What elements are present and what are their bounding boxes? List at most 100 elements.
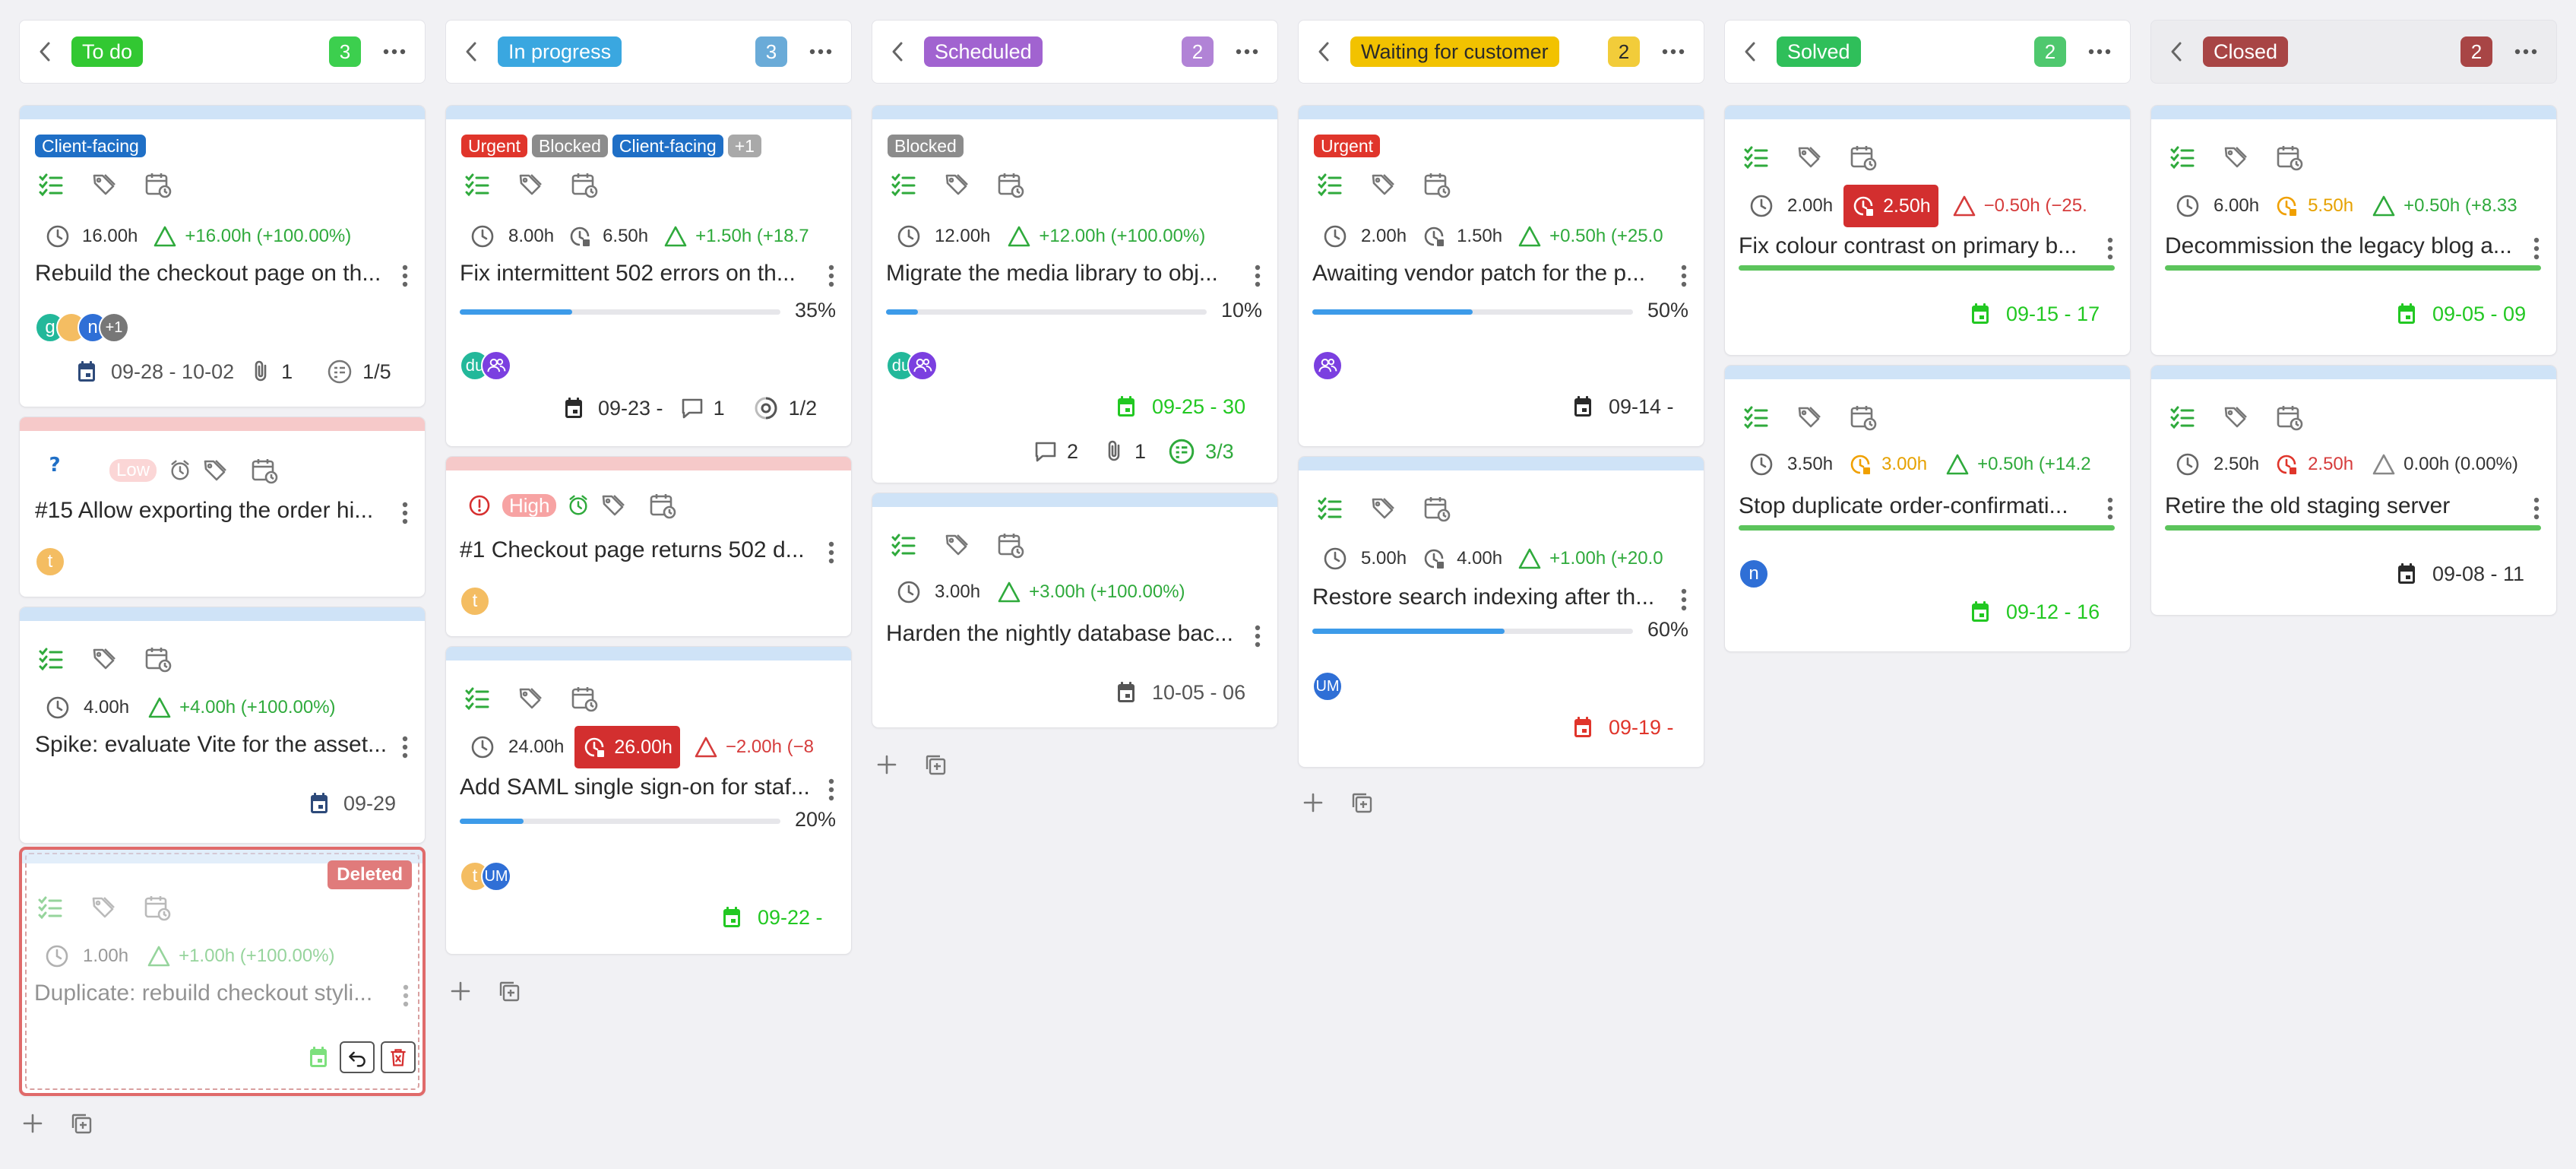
tag-icon[interactable]: [2223, 144, 2248, 170]
card-title[interactable]: Rebuild the checkout page on th...: [35, 261, 381, 287]
card-title[interactable]: Fix colour contrast on primary b...: [1739, 233, 2077, 259]
add-from-template-icon[interactable]: [1350, 790, 1374, 815]
schedule-icon[interactable]: [1850, 404, 1877, 431]
card-menu-icon[interactable]: [2106, 235, 2115, 262]
tag-icon[interactable]: [944, 532, 970, 558]
checklist-icon[interactable]: [464, 172, 490, 198]
card-title[interactable]: Add SAML single sign-on for staf...: [460, 775, 810, 800]
schedule-icon[interactable]: [144, 171, 172, 198]
checklist-icon[interactable]: [891, 532, 916, 558]
tag-icon[interactable]: [600, 493, 626, 518]
restore-button[interactable]: [340, 1041, 375, 1073]
column-menu-button[interactable]: [2086, 47, 2113, 56]
card-menu-icon[interactable]: [1253, 623, 1262, 650]
card-title[interactable]: Awaiting vendor patch for the p...: [1312, 261, 1645, 287]
tag-icon[interactable]: [202, 458, 228, 483]
collapse-column-button[interactable]: [464, 40, 498, 64]
column-menu-button[interactable]: [1660, 47, 1687, 56]
card-title[interactable]: Fix intermittent 502 errors on th...: [460, 261, 796, 287]
schedule-icon[interactable]: [997, 171, 1024, 198]
card-menu-icon[interactable]: [2532, 495, 2541, 522]
checklist-icon[interactable]: [38, 172, 64, 198]
task-card[interactable]: 6.00h 5.50h +0.50h (+8.33 Decommission t…: [2150, 105, 2557, 356]
task-card[interactable]: Client-facing 16.00h +16.00h (+100.00%) …: [19, 105, 426, 407]
delete-permanently-button[interactable]: [381, 1041, 416, 1073]
checklist-icon[interactable]: [2169, 144, 2195, 170]
column-menu-button[interactable]: [1233, 47, 1261, 56]
tag-icon[interactable]: [1370, 172, 1396, 198]
column-menu-button[interactable]: [2512, 47, 2540, 56]
schedule-icon[interactable]: [1423, 495, 1451, 522]
card-menu-icon[interactable]: [827, 776, 836, 803]
card-title[interactable]: Harden the nightly database bac...: [886, 621, 1233, 647]
add-card-icon[interactable]: [21, 1111, 45, 1136]
card-title[interactable]: Migrate the media library to obj...: [886, 261, 1218, 287]
tag-icon[interactable]: [517, 172, 543, 198]
deleted-task-card[interactable]: Deleted 1.00h +1.00h (+100.00%) Duplicat…: [19, 847, 426, 1096]
checklist-icon[interactable]: [464, 686, 490, 711]
card-title[interactable]: Spike: evaluate Vite for the asset...: [35, 732, 387, 758]
card-menu-icon[interactable]: [1253, 262, 1262, 290]
collapse-column-button[interactable]: [1743, 40, 1777, 64]
tag-icon[interactable]: [1370, 496, 1396, 521]
task-card[interactable]: 5.00h 4.00h +1.00h (+20.0 Restore search…: [1298, 456, 1704, 768]
card-title[interactable]: Retire the old staging server: [2165, 493, 2450, 519]
collapse-column-button[interactable]: [2169, 40, 2203, 64]
schedule-icon[interactable]: [1423, 171, 1451, 198]
schedule-icon[interactable]: [251, 457, 278, 484]
tag-icon[interactable]: [517, 686, 543, 711]
card-menu-icon[interactable]: [400, 733, 410, 761]
card-menu-icon[interactable]: [400, 499, 410, 527]
collapse-column-button[interactable]: [891, 40, 924, 64]
add-card-icon[interactable]: [448, 979, 473, 1003]
alarm-icon[interactable]: [567, 494, 590, 517]
task-card[interactable]: 3.00h +3.00h (+100.00%) Harden the night…: [872, 493, 1278, 728]
add-card-icon[interactable]: [875, 752, 899, 777]
tag-icon[interactable]: [1796, 144, 1822, 170]
card-title[interactable]: Restore search indexing after th...: [1312, 584, 1654, 610]
collapse-column-button[interactable]: [1317, 40, 1350, 64]
task-card[interactable]: 4.00h +4.00h (+100.00%) Spike: evaluate …: [19, 607, 426, 844]
card-title[interactable]: #15 Allow exporting the order hi...: [35, 498, 373, 524]
task-card[interactable]: Urgent 2.00h 1.50h +0.50h (+25.0 Awaitin…: [1298, 105, 1704, 447]
card-menu-icon[interactable]: [827, 262, 836, 290]
card-title[interactable]: #1 Checkout page returns 502 d...: [460, 537, 805, 563]
collapse-column-button[interactable]: [38, 40, 71, 64]
schedule-icon[interactable]: [571, 171, 598, 198]
schedule-icon[interactable]: [997, 531, 1024, 559]
task-card[interactable]: 3.50h 3.00h +0.50h (+14.2 Stop duplicate…: [1724, 365, 2131, 652]
task-card[interactable]: Urgent Blocked Client-facing +1 8.00h 6.…: [445, 105, 852, 447]
schedule-icon[interactable]: [649, 492, 676, 519]
checklist-icon[interactable]: [1743, 144, 1769, 170]
add-from-template-icon[interactable]: [923, 752, 948, 777]
ticket-card[interactable]: Low #15 Allow exporting the order hi... …: [19, 417, 426, 597]
card-menu-icon[interactable]: [2532, 235, 2541, 262]
schedule-icon[interactable]: [2276, 404, 2303, 431]
tag-icon[interactable]: [2223, 404, 2248, 430]
card-title[interactable]: Stop duplicate order-confirmati...: [1739, 493, 2068, 519]
schedule-icon[interactable]: [144, 645, 172, 673]
card-menu-icon[interactable]: [400, 262, 410, 290]
column-menu-button[interactable]: [381, 47, 408, 56]
checklist-icon[interactable]: [38, 646, 64, 672]
tag-icon[interactable]: [91, 172, 117, 198]
schedule-icon[interactable]: [1850, 144, 1877, 171]
card-menu-icon[interactable]: [827, 539, 836, 566]
card-menu-icon[interactable]: [1679, 262, 1688, 290]
card-title[interactable]: Decommission the legacy blog a...: [2165, 233, 2512, 259]
ticket-card[interactable]: High #1 Checkout page returns 502 d... t: [445, 456, 852, 637]
tag-icon[interactable]: [944, 172, 970, 198]
add-from-template-icon[interactable]: [69, 1111, 93, 1136]
column-menu-button[interactable]: [807, 47, 834, 56]
card-menu-icon[interactable]: [1679, 586, 1688, 613]
checklist-icon[interactable]: [2169, 404, 2195, 430]
task-card[interactable]: 2.00h 2.50h −0.50h (−25. Fix colour cont…: [1724, 105, 2131, 356]
task-card[interactable]: 24.00h 26.00h −2.00h (−8 Add SAML single…: [445, 646, 852, 955]
schedule-icon[interactable]: [571, 685, 598, 712]
card-menu-icon[interactable]: [2106, 495, 2115, 522]
task-card[interactable]: Blocked 12.00h +12.00h (+100.00%) Migrat…: [872, 105, 1278, 483]
tag-icon[interactable]: [1796, 404, 1822, 430]
schedule-icon[interactable]: [2276, 144, 2303, 171]
tag-icon[interactable]: [91, 646, 117, 672]
checklist-icon[interactable]: [1317, 172, 1343, 198]
